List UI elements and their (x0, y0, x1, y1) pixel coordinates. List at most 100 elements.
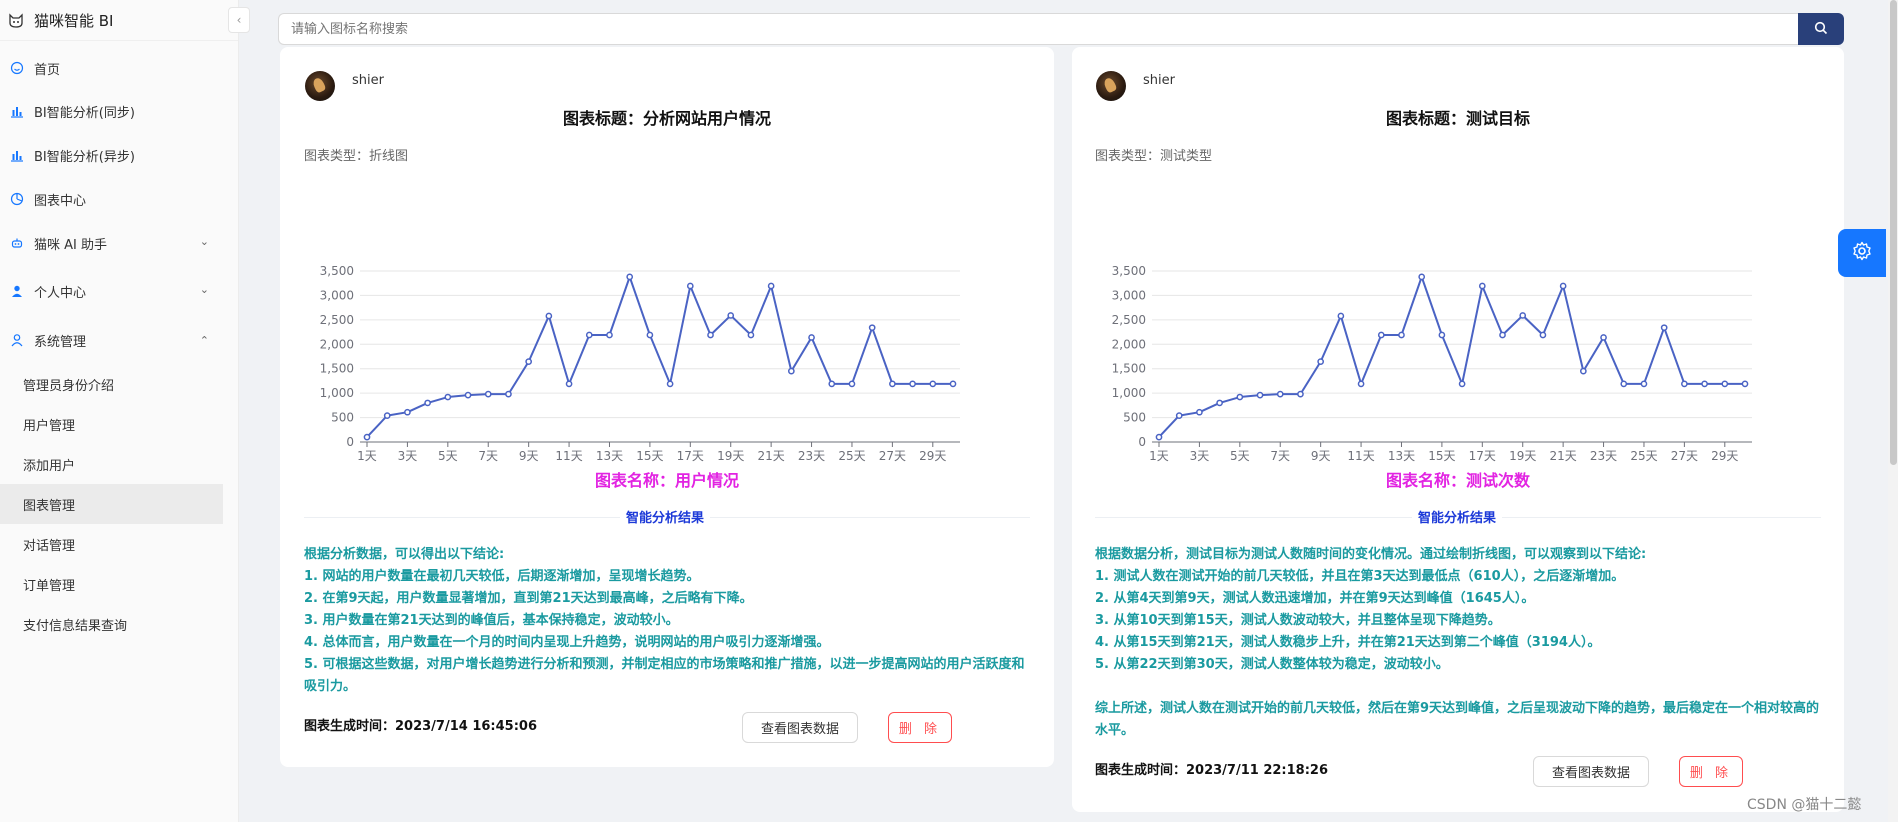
x-tick-label: 21天 (1549, 449, 1576, 463)
sidebar-item-label: 猫咪 AI 助手 (34, 237, 107, 253)
search-input[interactable] (278, 13, 1798, 45)
sidebar-item-bi-sync[interactable]: BI智能分析(同步) (0, 91, 223, 131)
sidebar-subitem-label: 管理员身份介绍 (23, 378, 115, 394)
data-point (646, 331, 654, 339)
sidebar-item-chart-center[interactable]: 图表中心 (0, 179, 223, 219)
data-point (727, 312, 735, 319)
chart-card: shier 图表标题：分析网站用户情况 图表类型：折线图 0 500 1,000 1,… (280, 47, 1054, 767)
x-tick-label: 1天 (1149, 449, 1169, 463)
y-tick-label: 500 (331, 411, 354, 425)
x-tick-label: 23天 (798, 449, 825, 463)
sidebar-subitem-order-management[interactable]: 订单管理 (0, 564, 223, 604)
search-bar (278, 13, 1844, 45)
data-point (1256, 391, 1264, 399)
sidebar-subitem-add-user[interactable]: 添加用户 (0, 444, 223, 484)
data-point (1418, 273, 1426, 281)
search-button[interactable] (1798, 13, 1844, 45)
data-point (1539, 331, 1547, 339)
y-tick-label: 2,500 (1112, 313, 1146, 327)
x-tick-label: 15天 (636, 449, 663, 463)
data-point (767, 282, 775, 290)
chart-card: shier 图表标题：测试目标 图表类型：测试类型 0 500 1,000 1,500… (1072, 47, 1844, 812)
chart-title: 图表标题：分析网站用户情况 (562, 109, 771, 128)
scrollbar-thumb[interactable] (1890, 0, 1897, 465)
data-point (1216, 399, 1223, 407)
data-point (848, 380, 856, 388)
x-tick-label: 7天 (1270, 449, 1290, 463)
sidebar-subitem-admin-intro[interactable]: 管理员身份介绍 (0, 364, 223, 404)
data-point (585, 331, 593, 339)
sidebar-item-personal-center[interactable]: 个人中心 ⌄ (0, 271, 223, 311)
chart-name: 图表名称：测试次数 (1385, 471, 1530, 490)
x-tick-label: 3天 (1190, 449, 1210, 463)
chevron-left-icon: ‹ (236, 13, 242, 27)
sidebar-subitem-user-management[interactable]: 用户管理 (0, 404, 223, 444)
data-point (1276, 390, 1284, 398)
gear-icon (1852, 241, 1872, 265)
x-tick-label: 17天 (677, 449, 704, 463)
analysis-line: 4. 从第15天到第21天，测试人数稳步上升，并在第21天达到第二个峰值（319… (1095, 635, 1601, 650)
x-tick-label: 3天 (398, 449, 418, 463)
view-chart-data-button[interactable]: 查看图表数据 (742, 712, 858, 743)
sidebar-item-home[interactable]: 首页 (0, 48, 223, 88)
sidebar-subitem-payment-query[interactable]: 支付信息结果查询 (0, 604, 223, 644)
x-tick-label: 27天 (1671, 449, 1698, 463)
data-point (1458, 380, 1466, 388)
chevron-down-icon: ⌄ (199, 283, 209, 296)
user-outline-icon (10, 333, 24, 347)
chevron-down-icon: ⌄ (199, 235, 209, 248)
x-tick-label: 29天 (919, 449, 946, 463)
sidebar-subitem-chart-management[interactable]: 图表管理 (0, 484, 223, 524)
data-point (444, 393, 452, 401)
analysis-line: 3. 用户数量在第21天达到的峰值后，基本保持稳定，波动较小。 (304, 613, 679, 628)
sidebar-item-label: BI智能分析(同步) (34, 105, 135, 121)
data-point (404, 408, 411, 416)
analysis-line: 根据分析数据，可以得出以下结论: (304, 547, 505, 562)
delete-button[interactable]: 删 除 (1679, 756, 1743, 787)
series-line (366, 275, 953, 438)
robot-icon (10, 236, 24, 250)
delete-button[interactable]: 删 除 (888, 712, 952, 743)
sidebar-subitem-dialog-management[interactable]: 对话管理 (0, 524, 223, 564)
settings-button[interactable] (1838, 229, 1886, 277)
x-tick-label: 7天 (478, 449, 498, 463)
app-brand[interactable]: 猫咪智能 BI (0, 0, 238, 41)
data-point (1478, 282, 1486, 290)
data-point (505, 390, 512, 398)
analysis-line: 2. 在第9天起，用户数量显著增加，直到第21天达到最高峰，之后略有下降。 (304, 591, 753, 606)
x-tick-label: 19天 (717, 449, 744, 463)
x-tick-label: 13天 (1388, 449, 1415, 463)
data-point (424, 399, 431, 407)
watermark: CSDN @猫十二懿 (1747, 797, 1862, 813)
line-chart: 0 500 1,000 1,500 2,000 2,500 3,000 3,500 1天 3天 5天… (280, 195, 1054, 479)
collapse-sidebar-button[interactable]: ‹ (228, 7, 250, 33)
x-tick-label: 5天 (1230, 449, 1250, 463)
y-tick-label: 1,000 (1112, 386, 1146, 400)
sidebar-item-ai-assistant[interactable]: 猫咪 AI 助手 ⌄ (0, 223, 223, 263)
data-point (949, 380, 957, 388)
analysis-line: 1. 网站的用户数量在最初几天较低，后期逐渐增加，呈现增长趋势。 (304, 569, 700, 584)
data-point (828, 380, 836, 388)
chart-name: 图表名称：用户情况 (594, 471, 739, 490)
series-line (1158, 275, 1745, 438)
analysis-line: 1. 测试人数在测试开始的前几天较低，并且在第3天达到最低点（610人），之后逐… (1095, 569, 1625, 584)
data-point (484, 390, 492, 398)
view-chart-data-button[interactable]: 查看图表数据 (1533, 756, 1649, 787)
sidebar-subitem-label: 支付信息结果查询 (23, 618, 128, 634)
data-point (363, 433, 371, 441)
x-tick-label: 25天 (838, 449, 865, 463)
sidebar-item-system-management[interactable]: 系统管理 ⌃ (0, 320, 223, 360)
analysis-line: 2. 从第4天到第9天，测试人数迅速增加，并在第9天达到峰值（1645人）。 (1095, 591, 1535, 606)
sidebar-item-bi-async[interactable]: BI智能分析(异步) (0, 135, 223, 175)
y-tick-label: 2,000 (1112, 337, 1146, 351)
username: shier (1143, 73, 1175, 88)
x-tick-label: 19天 (1509, 449, 1536, 463)
data-point (606, 331, 613, 339)
data-point (1317, 358, 1325, 365)
data-point (686, 282, 694, 290)
app-title: 猫咪智能 BI (34, 11, 114, 30)
generation-time: 图表生成时间：2023/7/14 16:45:06 (304, 719, 538, 734)
y-tick-label: 3,500 (1112, 264, 1146, 278)
data-point (1377, 331, 1385, 339)
analysis-text: 根据分析数据，可以得出以下结论: 1. 网站的用户数量在最初几天较低，后期逐渐增… (304, 544, 1030, 698)
